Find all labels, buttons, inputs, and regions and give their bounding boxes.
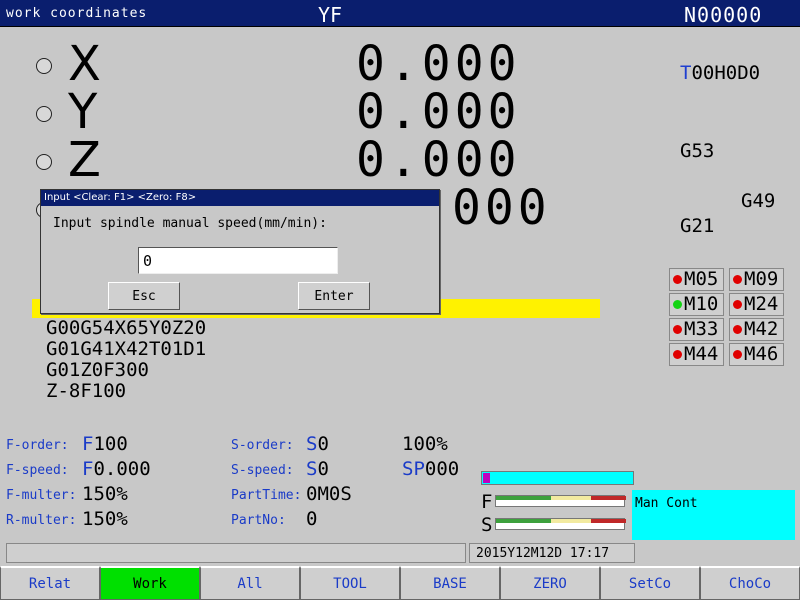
program-line: G00G54X65Y0Z20 [46, 317, 207, 339]
mcode-m05: M05 [669, 268, 724, 291]
mcode-m09: M09 [729, 268, 784, 291]
dialog-prompt: Input spindle manual speed(mm/min): [53, 216, 327, 231]
r-multer-label: R-multer: [6, 513, 77, 528]
spindle-percent: 100% [402, 433, 448, 455]
r-multer-value: 150% [82, 508, 128, 530]
enter-button[interactable]: Enter [298, 282, 370, 310]
parttime-label: PartTime: [231, 488, 302, 503]
s-order-value: S0 [306, 433, 329, 455]
tool-offset: T00H0D0 [680, 62, 760, 84]
progress-marker [483, 473, 490, 483]
f-order-label: F-order: [6, 438, 69, 453]
axis-x-row: X 0.000 [0, 36, 620, 92]
softkey-relat[interactable]: Relat [0, 566, 100, 600]
spindle-speed-dialog: Input <Clear: F1> <Zero: F8> Input spind… [40, 189, 440, 314]
title-bar: work coordinates YF N00000 [0, 0, 800, 27]
status-dot-icon [673, 350, 682, 359]
mcode-m33: M33 [669, 318, 724, 341]
f-multer-value: 150% [82, 483, 128, 505]
partno-value: 0 [306, 508, 318, 530]
parttime-value: 0M0S [306, 483, 352, 505]
partno-label: PartNo: [231, 513, 286, 528]
f-meter-label: F [481, 491, 493, 513]
status-dot-icon [673, 325, 682, 334]
spindle-speed-input[interactable] [138, 247, 338, 274]
program-line: G01Z0F300 [46, 359, 149, 381]
status-dot-icon [733, 300, 742, 309]
s-meter-label: S [481, 514, 493, 536]
axis-z-radio[interactable] [36, 154, 52, 170]
tool-value: 00H0D0 [691, 62, 761, 84]
gcode-g49: G49 [741, 190, 776, 212]
gcode-g53: G53 [680, 140, 715, 162]
progress-bar [481, 471, 634, 485]
axis-y-radio[interactable] [36, 106, 52, 122]
tool-prefix: T [680, 62, 692, 84]
axis-z-row: Z 0.000 [0, 132, 620, 188]
softkey-work[interactable]: Work [100, 566, 200, 600]
esc-button[interactable]: Esc [108, 282, 180, 310]
f-speed-label: F-speed: [6, 463, 69, 478]
gcode-g21: G21 [680, 215, 715, 237]
axis-z-letter: Z [68, 132, 101, 188]
sp-value: SP000 [402, 458, 460, 480]
softkey-choco[interactable]: ChoCo [700, 566, 800, 600]
mcode-m46: M46 [729, 343, 784, 366]
s-order-label: S-order: [231, 438, 294, 453]
axis-x-radio[interactable] [36, 58, 52, 74]
softkey-setco[interactable]: SetCo [600, 566, 700, 600]
softkey-all[interactable]: All [200, 566, 300, 600]
softkey-base[interactable]: BASE [400, 566, 500, 600]
softkey-zero[interactable]: ZERO [500, 566, 600, 600]
mcode-m10: M10 [669, 293, 724, 316]
mcode-m24: M24 [729, 293, 784, 316]
status-dot-icon [673, 300, 682, 309]
block-number: N00000 [684, 3, 763, 27]
mcode-m42: M42 [729, 318, 784, 341]
status-dot-icon [673, 275, 682, 284]
f-order-value: F100 [82, 433, 128, 455]
status-dot-icon [733, 350, 742, 359]
s-meter [495, 518, 626, 530]
s-speed-label: S-speed: [231, 463, 294, 478]
mode-title: YF [318, 3, 343, 27]
axis-y-row: Y 0.000 [0, 84, 620, 140]
s-speed-value: S0 [306, 458, 329, 480]
f-meter [495, 495, 626, 507]
f-multer-label: F-multer: [6, 488, 77, 503]
program-line: Z-8F100 [46, 380, 127, 402]
axis-4-value: 000 [452, 180, 551, 236]
f-speed-value: F0.000 [82, 458, 151, 480]
softkey-tool[interactable]: TOOL [300, 566, 400, 600]
mcode-m44: M44 [669, 343, 724, 366]
datetime-display: 2015Y12M12D 17:17 [469, 543, 635, 563]
screen-title: work coordinates [6, 6, 148, 21]
program-line: G01G41X42T01D1 [46, 338, 207, 360]
message-line [6, 543, 466, 563]
status-dot-icon [733, 275, 742, 284]
operation-mode-panel: Man Cont [632, 490, 795, 540]
softkey-bar: Relat Work All TOOL BASE ZERO SetCo ChoC… [0, 566, 800, 600]
dialog-title: Input <Clear: F1> <Zero: F8> [41, 190, 439, 206]
status-dot-icon [733, 325, 742, 334]
